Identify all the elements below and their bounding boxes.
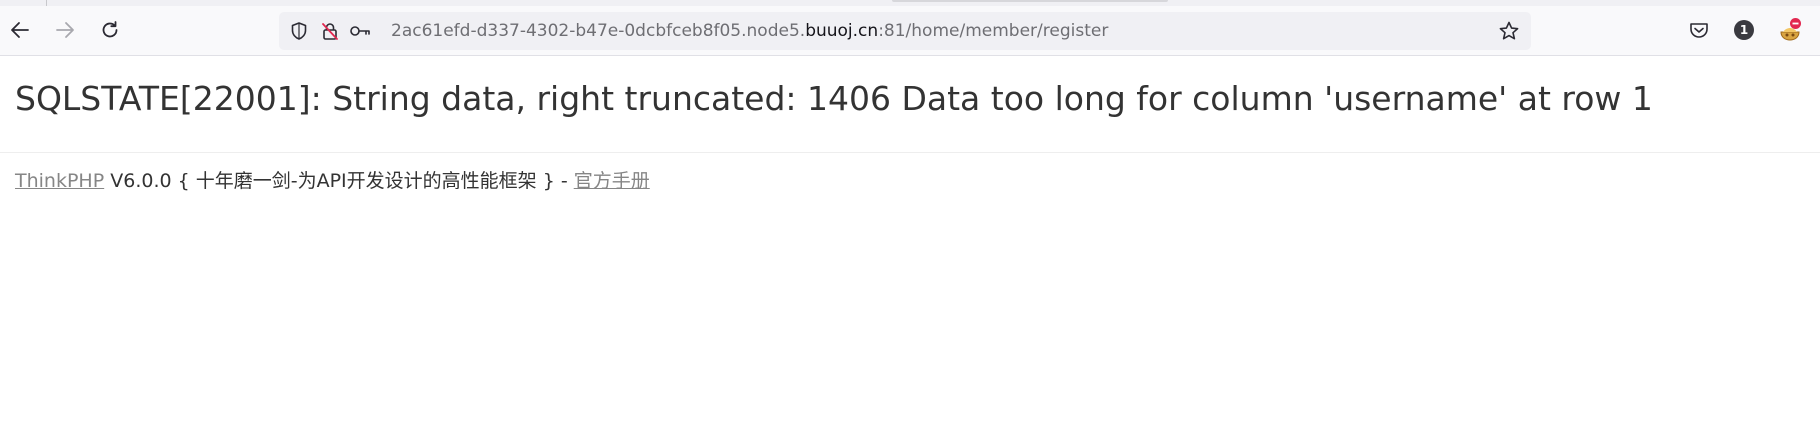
forward-button[interactable] (48, 13, 82, 47)
key-icon[interactable] (349, 20, 371, 42)
insecure-lock-icon[interactable] (319, 20, 341, 42)
notification-badge-button[interactable]: 1 (1731, 17, 1757, 43)
extension-icon (1780, 18, 1801, 41)
shield-icon[interactable] (288, 20, 310, 42)
reload-icon (102, 21, 118, 38)
reload-button[interactable] (93, 13, 127, 47)
url-prefix: 2ac61efd-d337-4302-b47e-0dcbfceb8f05.nod… (391, 21, 806, 41)
browser-toolbar: 2ac61efd-d337-4302-b47e-0dcbfceb8f05.nod… (0, 0, 1820, 56)
pocket-button[interactable] (1686, 17, 1712, 43)
arrow-right-icon (56, 22, 74, 38)
notification-badge: 1 (1734, 20, 1754, 40)
framework-footer: ThinkPHP V6.0.0 { 十年磨一剑-为API开发设计的高性能框架 }… (15, 169, 650, 193)
error-message: SQLSTATE[22001]: String data, right trun… (15, 79, 1653, 118)
pocket-icon (1690, 23, 1708, 38)
arrow-left-icon (11, 22, 29, 38)
extension-button[interactable] (1777, 17, 1803, 43)
tab-separator (46, 0, 47, 6)
back-button[interactable] (3, 13, 37, 47)
url-domain: buuoj.cn (805, 21, 879, 41)
manual-link[interactable]: 官方手册 (574, 170, 650, 192)
page-content: SQLSTATE[22001]: String data, right trun… (0, 57, 1820, 439)
version-text: V6.0.0 { 十年磨一剑-为API开发设计的高性能框架 } - (104, 170, 574, 192)
url-text[interactable]: 2ac61efd-d337-4302-b47e-0dcbfceb8f05.nod… (391, 21, 1108, 41)
star-icon[interactable] (1498, 20, 1520, 42)
divider (0, 152, 1820, 153)
thinkphp-link[interactable]: ThinkPHP (15, 170, 104, 192)
tab-indicator (892, 0, 1168, 2)
url-suffix: :81/home/member/register (878, 21, 1109, 41)
address-bar[interactable]: 2ac61efd-d337-4302-b47e-0dcbfceb8f05.nod… (279, 12, 1531, 50)
